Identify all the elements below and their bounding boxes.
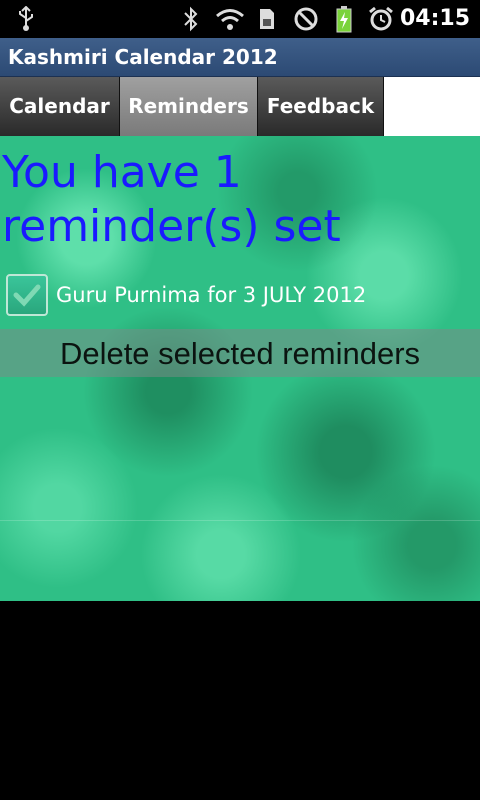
tab-feedback[interactable]: Feedback (258, 77, 384, 136)
status-time: 04:15 (399, 6, 470, 31)
battery-charging-icon (334, 0, 354, 38)
alarm-icon (366, 0, 396, 38)
reminder-checkbox[interactable] (6, 274, 48, 316)
reminders-panel: You have 1 reminder(s) set Guru Purnima … (0, 136, 480, 601)
tab-bar: Calendar Reminders Feedback (0, 77, 480, 136)
checkmark-icon (13, 284, 41, 307)
bluetooth-icon (180, 0, 202, 38)
wifi-icon (214, 0, 246, 38)
reminder-count-heading: You have 1 reminder(s) set (2, 147, 341, 252)
background-seam (0, 520, 480, 521)
status-bar: 04:15 (0, 0, 480, 38)
reminder-item[interactable]: Guru Purnima for 3 JULY 2012 (6, 272, 366, 318)
reminder-label: Guru Purnima for 3 JULY 2012 (56, 283, 367, 307)
no-signal-icon (292, 0, 320, 38)
tab-calendar[interactable]: Calendar (0, 77, 120, 136)
app-title: Kashmiri Calendar 2012 (8, 45, 278, 69)
title-bar: Kashmiri Calendar 2012 (0, 38, 480, 77)
usb-icon (14, 0, 38, 38)
delete-reminders-button[interactable]: Delete selected reminders (0, 329, 480, 377)
sim-icon (256, 0, 278, 38)
tab-reminders[interactable]: Reminders (120, 77, 258, 136)
